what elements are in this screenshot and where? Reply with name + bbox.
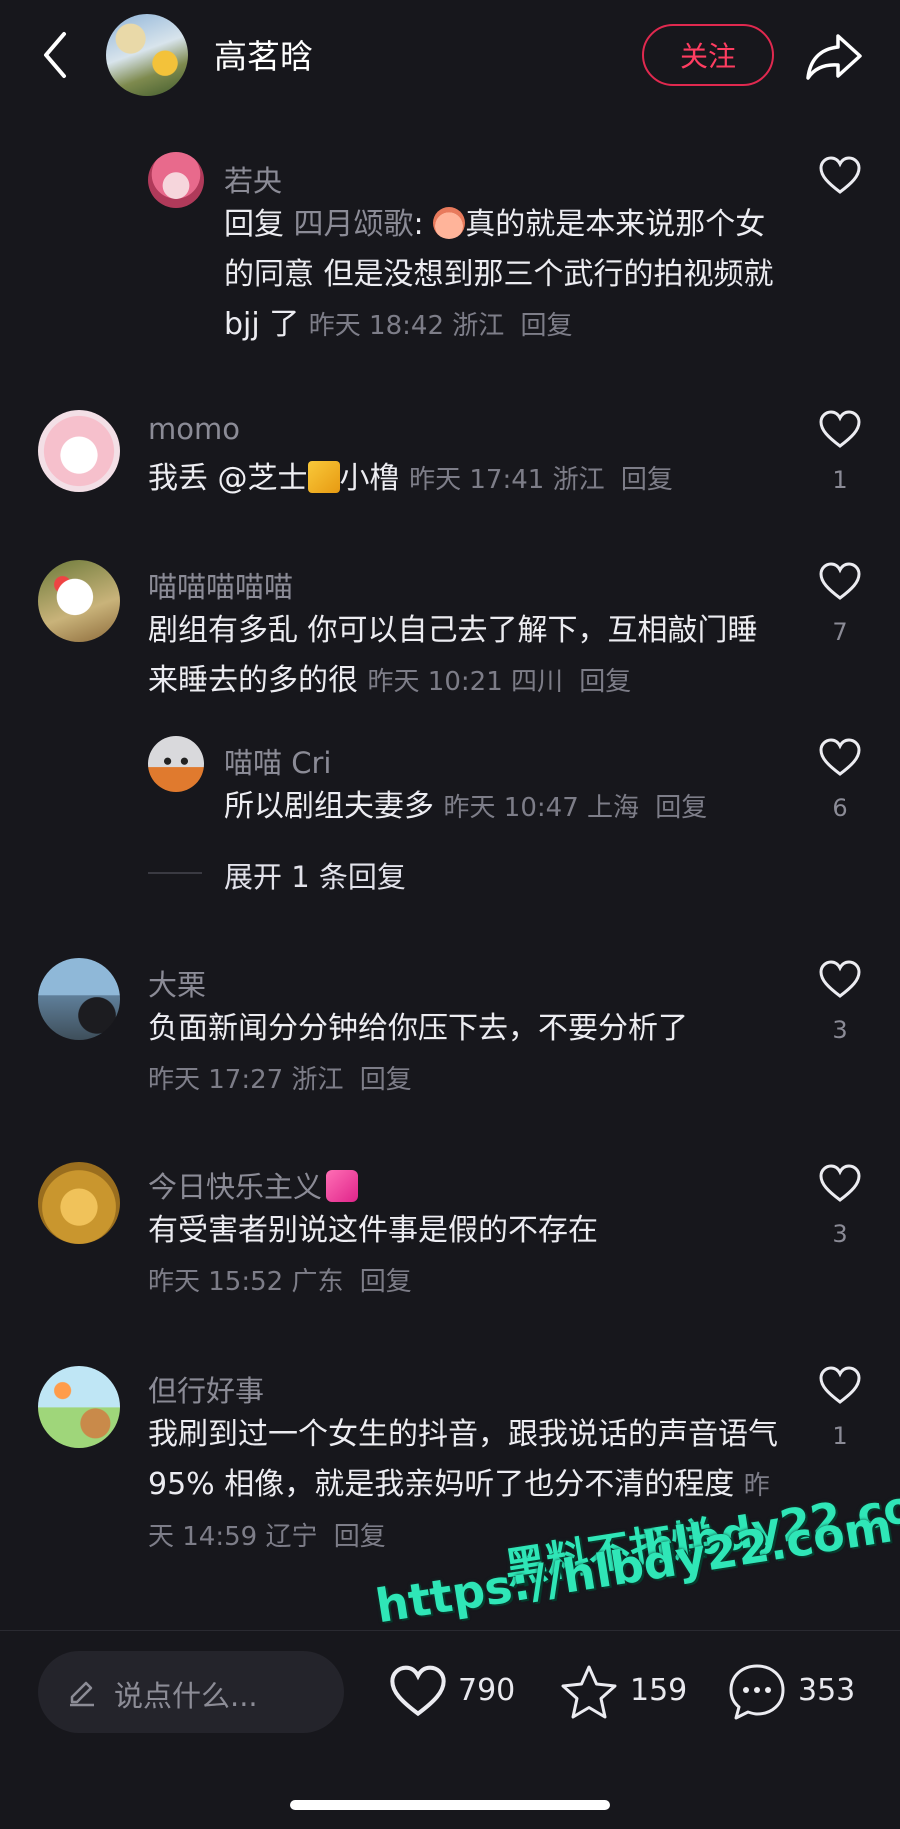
comment-username[interactable]: 今日快乐主义	[148, 1164, 359, 1206]
reply-button[interactable]: 回复	[579, 667, 631, 697]
pencil-icon	[70, 1681, 94, 1707]
peach-emoji-icon	[433, 207, 466, 239]
mention-link[interactable]: @芝士	[218, 461, 308, 496]
heart-icon[interactable]	[818, 1366, 862, 1406]
comment-username[interactable]: 若央	[224, 158, 282, 200]
like-count: 1	[832, 1422, 848, 1450]
top-bar: 高茗晗 关注	[0, 0, 900, 112]
heart-icon[interactable]	[818, 1164, 862, 1204]
reply-button[interactable]: 回复	[521, 311, 573, 341]
reply-button[interactable]: 回复	[360, 1065, 412, 1095]
reply-button[interactable]: 回复	[360, 1267, 412, 1297]
user-avatar[interactable]	[38, 410, 120, 492]
reply-button[interactable]: 回复	[655, 793, 707, 823]
hearts-emoji-icon	[326, 1170, 359, 1202]
home-indicator[interactable]	[290, 1800, 610, 1810]
comment-text: 回复 四月颂歌: 真的就是本来说那个女的同意 但是没想到那三个武行的拍视频就 b…	[224, 207, 774, 342]
like-count: 1	[832, 466, 848, 494]
comment-text: 剧组有多乱 你可以自己去了解下，互相敲门睡来睡去的多的很 昨天 10:21 四川…	[148, 613, 758, 698]
comment-text: 负面新闻分分钟给你压下去，不要分析了 昨天 17:27 浙江 回复	[148, 1011, 688, 1095]
reply-button[interactable]: 回复	[621, 465, 673, 495]
like-count: 790	[458, 1673, 516, 1708]
like-count: 7	[832, 618, 848, 646]
heart-icon[interactable]	[818, 410, 862, 450]
comment-text: 我丢 @芝士 小橹 昨天 17:41 浙江 回复	[148, 461, 673, 496]
user-avatar[interactable]	[148, 152, 204, 208]
cheese-emoji-icon	[307, 461, 340, 493]
user-avatar[interactable]	[148, 736, 204, 792]
like-count: 3	[832, 1016, 848, 1044]
expand-replies-button[interactable]: 展开 1 条回复	[224, 854, 406, 896]
comment-text: 所以剧组夫妻多 昨天 10:47 上海 回复	[224, 789, 708, 824]
user-avatar[interactable]	[38, 560, 120, 642]
divider	[148, 872, 202, 874]
like-icon[interactable]	[388, 1665, 448, 1719]
comment-meta: 昨天 15:52 广东 回复	[148, 1267, 412, 1297]
comment-username[interactable]: momo	[148, 412, 240, 446]
heart-icon[interactable]	[818, 738, 862, 778]
comment-username[interactable]: 喵喵 Cri	[224, 740, 331, 782]
reply-button[interactable]: 回复	[334, 1522, 386, 1552]
like-count: 3	[832, 1220, 848, 1248]
comment-text: 有受害者别说这件事是假的不存在 昨天 15:52 广东 回复	[148, 1213, 598, 1297]
comment-username[interactable]: 但行好事	[148, 1368, 264, 1410]
comment-meta: 昨天 18:42 浙江 回复	[308, 311, 573, 341]
favorite-count: 159	[630, 1673, 688, 1708]
back-arrow-icon[interactable]	[30, 20, 82, 90]
comment-username[interactable]: 大栗	[148, 962, 206, 1004]
comment-input-placeholder[interactable]: 说点什么...	[114, 1673, 258, 1715]
comment-bubble-icon[interactable]	[726, 1661, 788, 1723]
comment-meta: 昨天 10:47 上海 回复	[443, 793, 708, 823]
comment-meta: 昨天 17:41 浙江 回复	[409, 465, 673, 495]
comment-count: 353	[798, 1673, 856, 1708]
user-avatar[interactable]	[38, 1366, 120, 1448]
heart-icon[interactable]	[818, 156, 862, 196]
user-avatar[interactable]	[38, 1162, 120, 1244]
comment-username[interactable]: 喵喵喵喵喵	[148, 564, 293, 606]
comment-meta: 昨天 17:27 浙江 回复	[148, 1065, 412, 1095]
author-avatar[interactable]	[106, 14, 188, 96]
author-name[interactable]: 高茗晗	[214, 30, 313, 78]
like-count: 6	[832, 794, 848, 822]
star-icon[interactable]	[558, 1663, 620, 1723]
heart-icon[interactable]	[818, 960, 862, 1000]
bottom-action-bar: 说点什么... 790 159 353	[0, 1630, 900, 1829]
user-avatar[interactable]	[38, 958, 120, 1040]
share-icon[interactable]	[802, 24, 866, 88]
heart-icon[interactable]	[818, 562, 862, 602]
comment-meta: 昨天 10:21 四川 回复	[367, 667, 632, 697]
follow-button[interactable]: 关注	[642, 24, 774, 86]
